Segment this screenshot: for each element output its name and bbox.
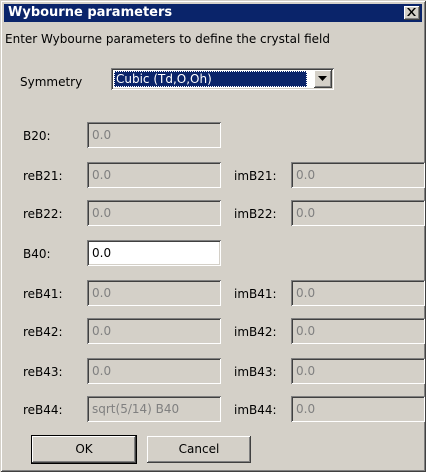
- close-button[interactable]: [404, 6, 420, 20]
- imb22-field[interactable]: 0.0: [291, 200, 425, 226]
- chevron-down-icon: [318, 76, 327, 81]
- imb41-label: imB41:: [234, 287, 277, 301]
- reb22-label: reB22:: [23, 207, 63, 221]
- imb44-label: imB44:: [234, 403, 277, 417]
- reb42-field[interactable]: 0.0: [87, 318, 221, 344]
- wybourne-dialog: Wybourne parameters Enter Wybourne param…: [0, 0, 426, 472]
- reb44-label: reB44:: [23, 403, 63, 417]
- imb43-field[interactable]: 0.0: [291, 358, 425, 384]
- b40-field[interactable]: 0.0: [87, 240, 221, 266]
- symmetry-select[interactable]: Cubic (Td,O,Oh): [111, 68, 334, 90]
- reb41-field[interactable]: 0.0: [87, 280, 221, 306]
- imb21-label: imB21:: [234, 169, 277, 183]
- b40-label: B40:: [23, 247, 51, 261]
- symmetry-label: Symmetry: [20, 75, 83, 89]
- imb44-field[interactable]: 0.0: [291, 396, 425, 422]
- instructions-text: Enter Wybourne parameters to define the …: [5, 32, 331, 46]
- ok-button[interactable]: OK: [31, 435, 137, 464]
- reb43-field[interactable]: 0.0: [87, 358, 221, 384]
- b20-field[interactable]: 0.0: [87, 122, 221, 148]
- symmetry-selected-value: Cubic (Td,O,Oh): [114, 71, 307, 87]
- reb41-label: reB41:: [23, 287, 63, 301]
- reb42-label: reB42:: [23, 325, 63, 339]
- close-icon: [407, 8, 416, 16]
- reb44-field[interactable]: sqrt(5/14) B40: [87, 396, 221, 422]
- imb41-field[interactable]: 0.0: [291, 280, 425, 306]
- imb22-label: imB22:: [234, 207, 277, 221]
- imb42-field[interactable]: 0.0: [291, 318, 425, 344]
- imb42-label: imB42:: [234, 325, 277, 339]
- imb21-field[interactable]: 0.0: [291, 162, 425, 188]
- imb43-label: imB43:: [234, 365, 277, 379]
- symmetry-dropdown-button[interactable]: [314, 70, 332, 88]
- b20-label: B20:: [23, 129, 51, 143]
- title-bar[interactable]: Wybourne parameters: [4, 4, 422, 22]
- reb21-field[interactable]: 0.0: [87, 162, 221, 188]
- window-title: Wybourne parameters: [8, 5, 173, 20]
- cancel-button[interactable]: Cancel: [147, 436, 251, 463]
- reb21-label: reB21:: [23, 169, 63, 183]
- reb43-label: reB43:: [23, 365, 63, 379]
- reb22-field[interactable]: 0.0: [87, 200, 221, 226]
- background: [426, 0, 437, 475]
